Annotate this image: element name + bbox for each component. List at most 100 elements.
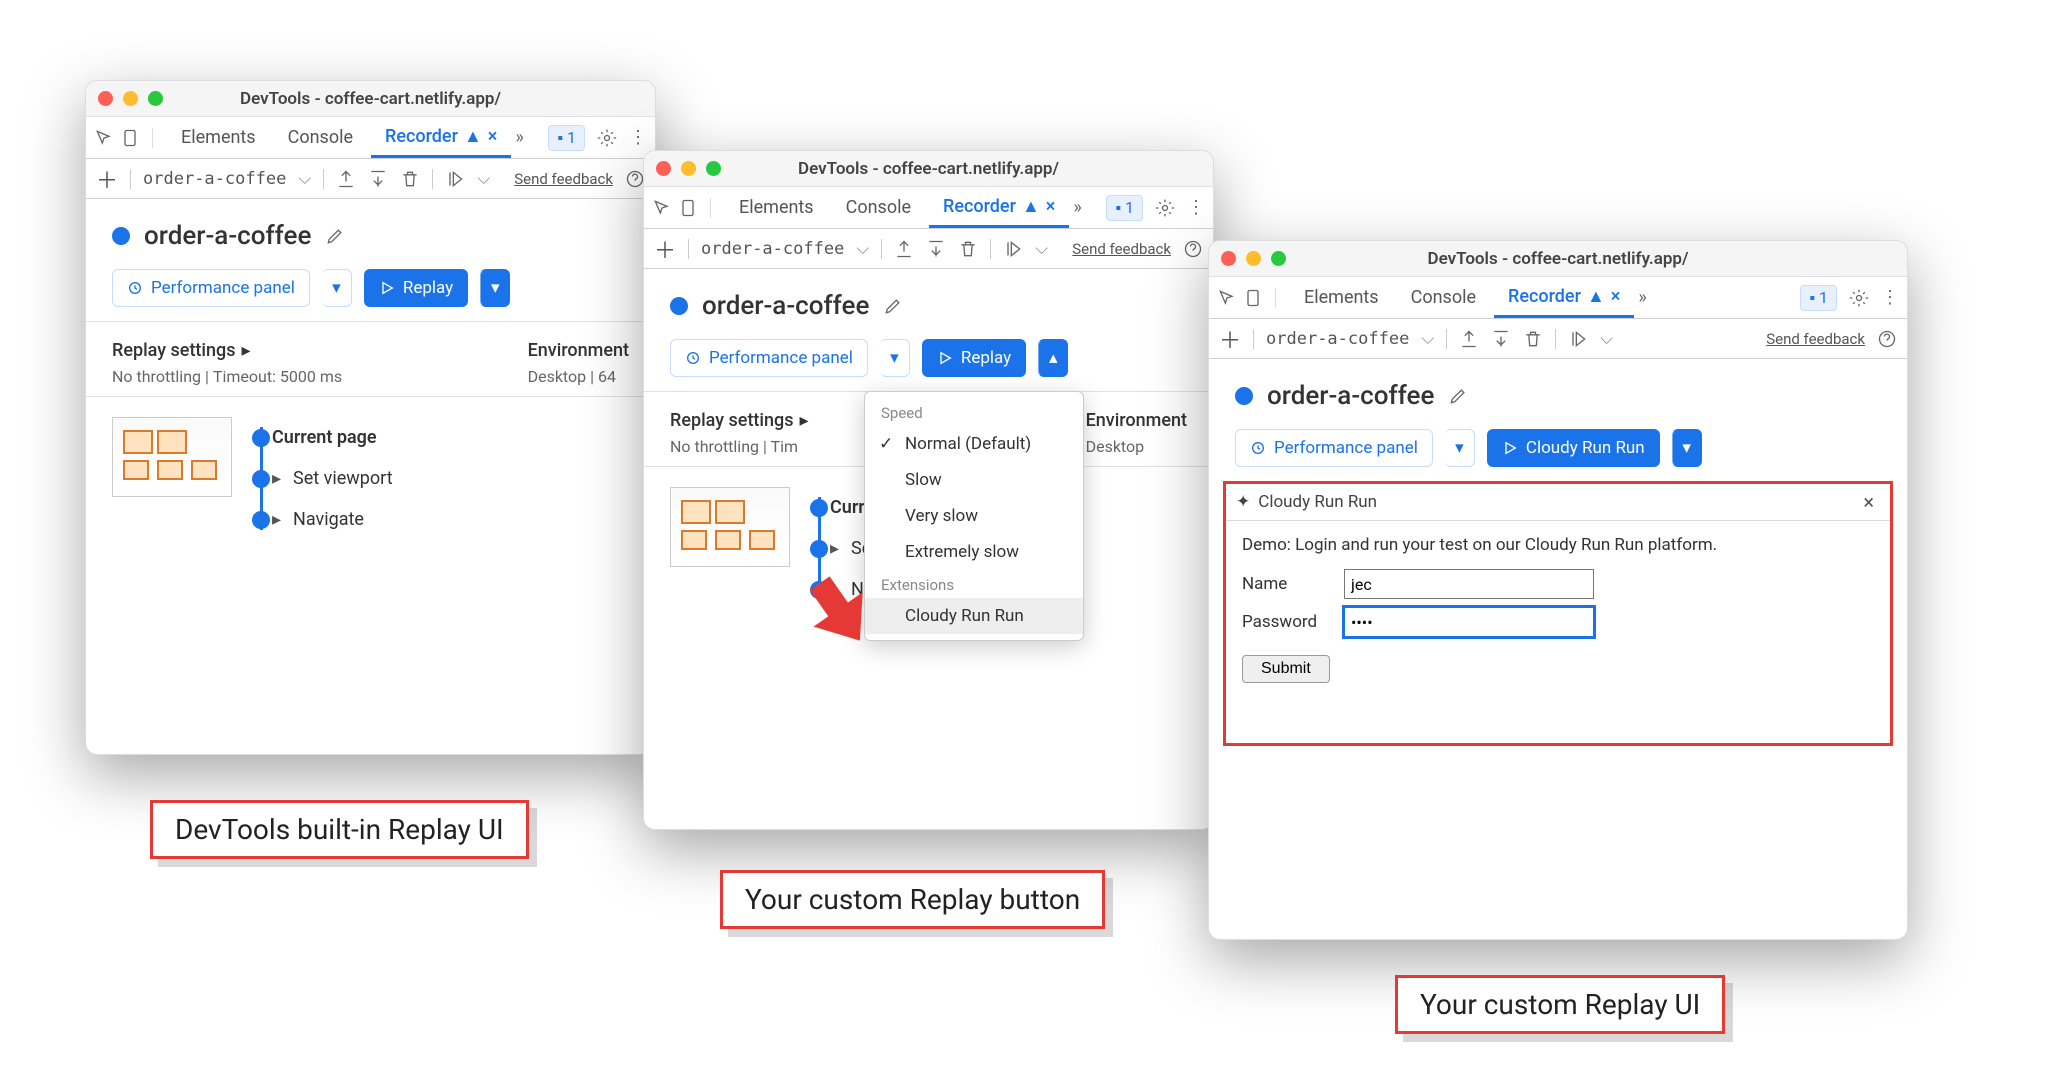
step-icon[interactable] xyxy=(1568,329,1588,349)
more-icon[interactable]: ⋮ xyxy=(1881,287,1899,308)
delete-icon[interactable] xyxy=(958,239,978,259)
inspect-icon[interactable] xyxy=(652,198,672,218)
minimize-icon[interactable] xyxy=(681,161,696,176)
cloudy-run-run-button[interactable]: Cloudy Run Run xyxy=(1487,429,1660,467)
recording-select[interactable]: order-a-coffee xyxy=(1266,329,1409,349)
replay-chevron[interactable]: ▾ xyxy=(480,269,510,307)
export-icon[interactable] xyxy=(894,239,914,259)
close-tab-icon[interactable]: × xyxy=(1611,286,1621,307)
export-icon[interactable] xyxy=(1459,329,1479,349)
performance-panel-button[interactable]: Performance panel xyxy=(670,339,868,377)
replay-settings-header[interactable]: Replay settings ▸ xyxy=(112,340,342,361)
replay-chevron[interactable]: ▴ xyxy=(1038,339,1068,377)
chevron-down-icon[interactable]: ⌵ xyxy=(856,239,869,259)
import-icon[interactable] xyxy=(1491,329,1511,349)
performance-panel-button[interactable]: Performance panel xyxy=(112,269,310,307)
edit-icon[interactable] xyxy=(325,226,345,246)
chevron-down-icon[interactable]: ⌵ xyxy=(477,169,490,189)
issues-badge[interactable]: ▪ 1 xyxy=(548,125,585,151)
replay-settings-header[interactable]: Replay settings ▸ xyxy=(670,410,809,431)
tab-elements[interactable]: Elements xyxy=(167,117,270,158)
device-icon[interactable] xyxy=(120,128,140,148)
speed-slow[interactable]: Slow xyxy=(865,462,1083,498)
close-icon[interactable] xyxy=(98,91,113,106)
import-icon[interactable] xyxy=(926,239,946,259)
close-icon[interactable] xyxy=(656,161,671,176)
close-icon[interactable] xyxy=(1221,251,1236,266)
issues-badge[interactable]: ▪ 1 xyxy=(1106,195,1143,221)
step-icon[interactable] xyxy=(1003,239,1023,259)
send-feedback-link[interactable]: Send feedback xyxy=(514,170,613,188)
inspect-icon[interactable] xyxy=(1217,288,1237,308)
close-tab-icon[interactable]: × xyxy=(488,126,498,147)
replay-button[interactable]: Replay xyxy=(922,339,1026,377)
chevron-down-icon[interactable]: ⌵ xyxy=(1035,239,1048,259)
more-tabs-icon[interactable]: » xyxy=(1638,287,1646,308)
inspect-icon[interactable] xyxy=(94,128,114,148)
issues-badge[interactable]: ▪ 1 xyxy=(1800,285,1837,311)
edit-icon[interactable] xyxy=(883,296,903,316)
step-icon[interactable] xyxy=(445,169,465,189)
tab-recorder[interactable]: Recorder ▲ × xyxy=(929,187,1069,228)
tab-recorder[interactable]: Recorder ▲ × xyxy=(1494,277,1634,318)
cloudy-run-chevron[interactable]: ▾ xyxy=(1672,429,1702,467)
chevron-down-icon[interactable]: ⌵ xyxy=(298,169,311,189)
help-icon[interactable] xyxy=(625,169,645,189)
add-icon[interactable]: ＋ xyxy=(1219,323,1241,355)
replay-speed-dropdown: Speed Normal (Default) Slow Very slow Ex… xyxy=(864,391,1084,641)
step-navigate[interactable]: ▸Navigate xyxy=(272,499,393,540)
tab-console[interactable]: Console xyxy=(274,117,367,158)
device-icon[interactable] xyxy=(1243,288,1263,308)
more-icon[interactable]: ⋮ xyxy=(629,127,647,148)
close-panel-icon[interactable]: × xyxy=(1857,490,1880,514)
zoom-icon[interactable] xyxy=(706,161,721,176)
replay-button[interactable]: Replay xyxy=(364,269,468,307)
gear-icon[interactable] xyxy=(597,128,617,148)
help-icon[interactable] xyxy=(1877,329,1897,349)
step-set-viewport[interactable]: ▸Set viewport xyxy=(272,458,393,499)
recording-select[interactable]: order-a-coffee xyxy=(143,169,286,189)
performance-panel-chevron[interactable]: ▾ xyxy=(322,269,352,307)
zoom-icon[interactable] xyxy=(1271,251,1286,266)
extension-cloudy-run-run[interactable]: Cloudy Run Run xyxy=(865,598,1083,634)
import-icon[interactable] xyxy=(368,169,388,189)
close-tab-icon[interactable]: × xyxy=(1046,196,1056,217)
gear-icon[interactable] xyxy=(1849,288,1869,308)
speed-extremely-slow[interactable]: Extremely slow xyxy=(865,534,1083,570)
delete-icon[interactable] xyxy=(400,169,420,189)
minimize-icon[interactable] xyxy=(1246,251,1261,266)
more-tabs-icon[interactable]: » xyxy=(515,127,523,148)
export-icon[interactable] xyxy=(336,169,356,189)
performance-panel-chevron[interactable]: ▾ xyxy=(880,339,910,377)
send-feedback-link[interactable]: Send feedback xyxy=(1766,330,1865,348)
performance-panel-button[interactable]: Performance panel xyxy=(1235,429,1433,467)
tab-console[interactable]: Console xyxy=(1397,277,1490,318)
device-icon[interactable] xyxy=(678,198,698,218)
password-input[interactable] xyxy=(1344,607,1594,637)
chevron-down-icon[interactable]: ⌵ xyxy=(1600,329,1613,349)
gear-icon[interactable] xyxy=(1155,198,1175,218)
chevron-down-icon[interactable]: ⌵ xyxy=(1421,329,1434,349)
tab-console[interactable]: Console xyxy=(832,187,925,228)
tab-elements[interactable]: Elements xyxy=(1290,277,1393,318)
submit-button[interactable]: Submit xyxy=(1242,655,1330,683)
name-input[interactable] xyxy=(1344,569,1594,599)
speed-very-slow[interactable]: Very slow xyxy=(865,498,1083,534)
tab-recorder[interactable]: Recorder ▲ × xyxy=(371,117,511,158)
send-feedback-link[interactable]: Send feedback xyxy=(1072,240,1171,258)
recording-select[interactable]: order-a-coffee xyxy=(701,239,844,259)
environment-header: Environment xyxy=(528,340,629,361)
more-icon[interactable]: ⋮ xyxy=(1187,197,1205,218)
more-tabs-icon[interactable]: » xyxy=(1073,197,1081,218)
minimize-icon[interactable] xyxy=(123,91,138,106)
edit-icon[interactable] xyxy=(1448,386,1468,406)
add-icon[interactable]: ＋ xyxy=(654,233,676,265)
add-icon[interactable]: ＋ xyxy=(96,163,118,195)
delete-icon[interactable] xyxy=(1523,329,1543,349)
speed-normal[interactable]: Normal (Default) xyxy=(865,426,1083,462)
step-current-page[interactable]: Current page xyxy=(272,417,393,458)
performance-panel-chevron[interactable]: ▾ xyxy=(1445,429,1475,467)
help-icon[interactable] xyxy=(1183,239,1203,259)
zoom-icon[interactable] xyxy=(148,91,163,106)
tab-elements[interactable]: Elements xyxy=(725,187,828,228)
